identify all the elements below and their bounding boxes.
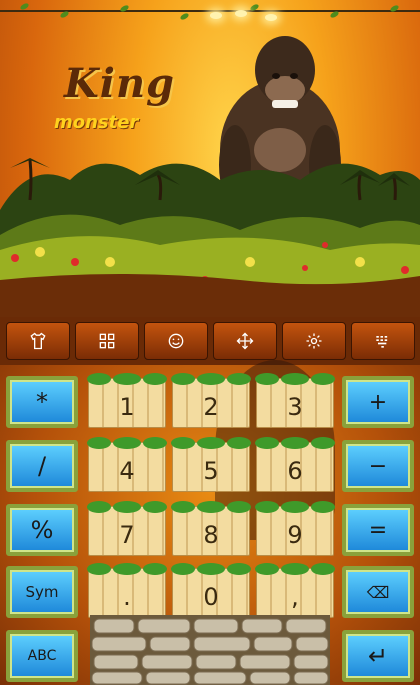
settings-button[interactable] (282, 322, 346, 360)
jungle-scene (0, 36, 420, 320)
key-label: ABC (27, 648, 57, 664)
title-monster: monster (54, 112, 139, 133)
move-keyboard-button[interactable] (213, 322, 277, 360)
key-label: 6 (287, 457, 303, 485)
key-label: 9 (287, 521, 303, 549)
layout-grid-button[interactable] (75, 322, 139, 360)
leaf-decoration (171, 561, 251, 575)
key-3[interactable]: 3 (255, 373, 335, 428)
key-label: 4 (119, 457, 135, 485)
leaf-decoration (87, 435, 167, 449)
key-plus[interactable]: + (342, 376, 414, 428)
key-4[interactable]: 4 (87, 437, 167, 492)
key-comma[interactable]: , (255, 563, 335, 618)
key-label: . (123, 583, 131, 611)
move-arrows-icon (236, 332, 254, 350)
shirt-icon (30, 332, 46, 350)
key-backspace[interactable]: ⌫ (342, 566, 414, 618)
key-enter[interactable]: ↵ (342, 630, 414, 682)
backspace-icon: ⌫ (366, 582, 390, 602)
enter-icon: ↵ (367, 642, 389, 670)
leaf-decoration (87, 371, 167, 385)
key-2[interactable]: 2 (171, 373, 251, 428)
key-abc[interactable]: ABC (6, 630, 78, 682)
key-label: * (36, 388, 48, 416)
key-label: + (368, 389, 388, 415)
key-6[interactable]: 6 (255, 437, 335, 492)
theme-shirt-button[interactable] (6, 322, 70, 360)
key-label: 3 (287, 393, 303, 421)
key-label: Sym (25, 583, 59, 601)
keyboard-switch-button[interactable] (351, 322, 415, 360)
key-label: 0 (203, 583, 219, 611)
key-asterisk[interactable]: * (6, 376, 78, 428)
grid-icon (99, 333, 115, 349)
leaf-decoration (255, 561, 335, 575)
keyboard-toolbar (0, 317, 420, 365)
key-sym[interactable]: Sym (6, 566, 78, 618)
gear-icon (306, 333, 322, 349)
key-label: 2 (203, 393, 219, 421)
key-slash[interactable]: / (6, 440, 78, 492)
stone-spacebar[interactable] (90, 615, 330, 685)
leaf-decoration (255, 371, 335, 385)
key-label: , (291, 583, 299, 611)
key-8[interactable]: 8 (171, 501, 251, 556)
key-label: 1 (119, 393, 135, 421)
key-label: / (37, 452, 47, 480)
top-vines-decoration (0, 0, 420, 40)
smiley-icon (168, 333, 184, 349)
leaf-decoration (255, 435, 335, 449)
key-7[interactable]: 7 (87, 501, 167, 556)
leaf-decoration (87, 499, 167, 513)
key-minus[interactable]: − (342, 440, 414, 492)
key-1[interactable]: 1 (87, 373, 167, 428)
emoji-button[interactable] (144, 322, 208, 360)
key-label: % (30, 516, 54, 544)
key-percent[interactable]: % (6, 504, 78, 556)
leaf-decoration (171, 371, 251, 385)
leaf-decoration (171, 499, 251, 513)
key-equals[interactable]: = (342, 504, 414, 556)
keyboard-theme-screen: King monster * / % Sym ABC + − = ⌫ ↵ 1 2 (0, 0, 420, 685)
key-label: 8 (203, 521, 219, 549)
key-dot[interactable]: . (87, 563, 167, 618)
key-label: 5 (203, 457, 219, 485)
key-5[interactable]: 5 (171, 437, 251, 492)
key-label: − (368, 453, 388, 479)
key-0[interactable]: 0 (171, 563, 251, 618)
key-label: 7 (119, 521, 135, 549)
key-label: = (368, 517, 388, 543)
leaf-decoration (87, 561, 167, 575)
key-9[interactable]: 9 (255, 501, 335, 556)
leaf-decoration (255, 499, 335, 513)
keyboard-icon (376, 336, 388, 348)
title-king: King (64, 60, 176, 107)
leaf-decoration (171, 435, 251, 449)
